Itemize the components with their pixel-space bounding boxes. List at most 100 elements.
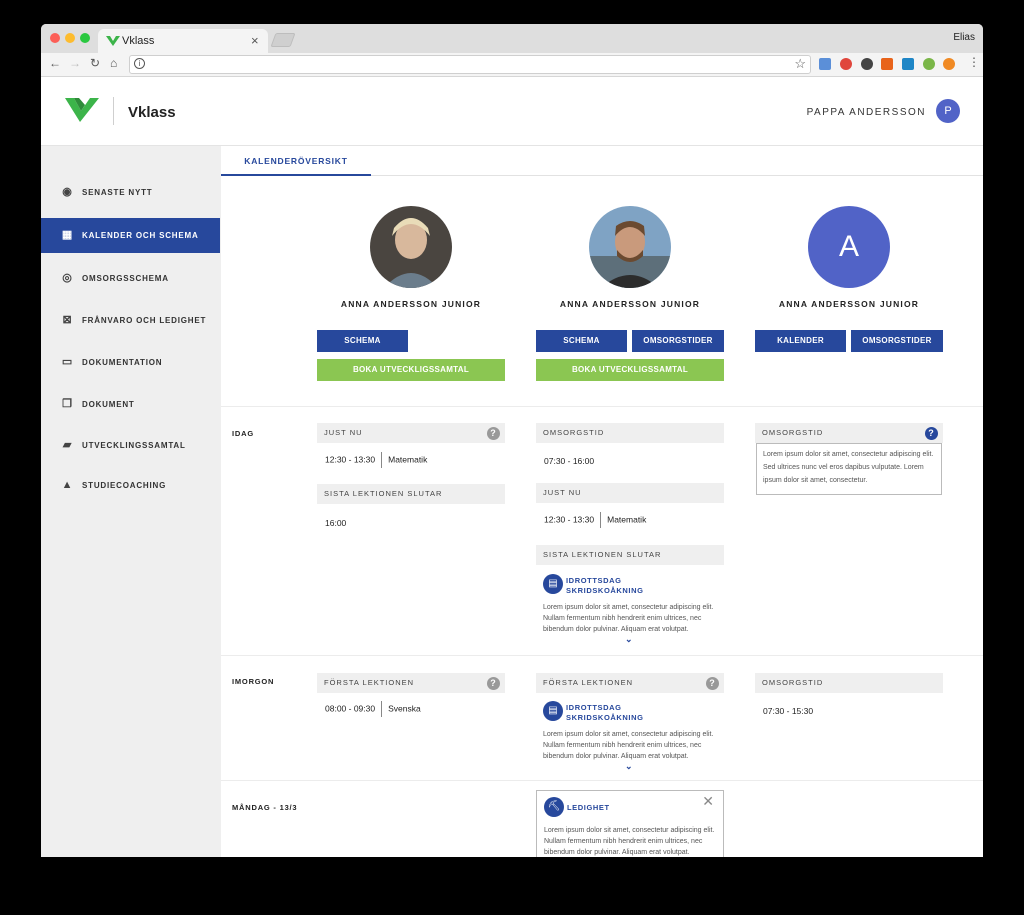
- sidebar-item-label: FRÅNVARO OCH LEDIGHET: [82, 316, 207, 325]
- new-tab-button[interactable]: [270, 33, 296, 47]
- sidebar-item-utvecklingssamtal[interactable]: ▰ UTVECKLINGSSAMTAL: [41, 428, 220, 463]
- tab-kalenderoversikt[interactable]: KALENDERÖVERSIKT: [221, 146, 371, 176]
- help-icon[interactable]: ?: [487, 677, 500, 690]
- section-header-label: OMSORGSTID: [543, 428, 605, 437]
- info-icon[interactable]: i: [134, 58, 145, 69]
- heart-extension-icon[interactable]: [840, 58, 852, 70]
- calendar-x-icon: ⊠: [62, 314, 73, 326]
- browser-window: Vklass × Elias ← → ↻ ⌂ i ☆ ⋮ Vklass PAPP…: [41, 24, 983, 857]
- menu-kebab-icon[interactable]: ⋮: [968, 55, 980, 69]
- section-header: SISTA LEKTIONEN SLUTAR: [536, 545, 724, 565]
- sidebar-item-label: DOKUMENT: [82, 400, 135, 409]
- row-divider: [221, 406, 983, 407]
- trello-extension-icon[interactable]: [902, 58, 914, 70]
- help-icon[interactable]: ?: [487, 427, 500, 440]
- omsorgstider-button[interactable]: OMSORGSTIDER: [632, 330, 724, 352]
- tab-close-icon[interactable]: ×: [251, 33, 259, 48]
- section-header-label: OMSORGSTID: [762, 678, 824, 687]
- clipboard-icon: ▭: [61, 356, 74, 368]
- address-bar[interactable]: i ☆: [129, 55, 811, 74]
- time-range: 12:30 - 13:30: [325, 454, 376, 465]
- sidebar-item-label: SENASTE NYTT: [82, 188, 153, 197]
- section-header-label: JUST NU: [543, 488, 582, 497]
- event-title: LEDIGHET: [567, 803, 610, 812]
- back-icon[interactable]: ←: [49, 56, 61, 70]
- time-value: 07:30 - 16:00: [544, 456, 595, 466]
- sidebar-item-senaste-nytt[interactable]: ◉ SENASTE NYTT: [41, 175, 220, 210]
- user-name[interactable]: PAPPA ANDERSSON: [807, 107, 926, 118]
- sidebar-item-omsorgsschema[interactable]: ◎ OMSORGSSCHEMA: [41, 261, 220, 296]
- chevron-down-icon[interactable]: ⌄: [625, 761, 633, 772]
- help-icon[interactable]: ?: [706, 677, 719, 690]
- logo-divider: [113, 97, 114, 125]
- event-title: IDROTTSDAG SKRIDSKOÅKNING: [566, 703, 644, 722]
- time-value: 16:00: [325, 518, 347, 528]
- office-extension-icon[interactable]: [881, 58, 893, 70]
- event-description: Lorem ipsum dolor sit amet, consectetur …: [543, 731, 714, 760]
- child-photo: [589, 206, 671, 288]
- boka-utvecklingssamtal-button[interactable]: BOKA UTVECKLIGSSAMTAL: [536, 359, 724, 381]
- sidebar-item-label: DOKUMENTATION: [82, 358, 163, 367]
- child-avatar: A: [808, 206, 890, 288]
- sidebar-item-studiecoaching[interactable]: ▲ STUDIECOACHING: [41, 468, 220, 503]
- sidebar-item-kalender[interactable]: ▦ KALENDER OCH SCHEMA: [41, 218, 220, 253]
- sidebar-item-label: UTVECKLINGSSAMTAL: [82, 441, 186, 450]
- browser-profile-name[interactable]: Elias: [953, 32, 975, 43]
- plant-extension-icon[interactable]: [923, 58, 935, 70]
- kalender-button[interactable]: KALENDER: [755, 330, 846, 352]
- time-entry: 12:30 - 13:30 Matematik: [544, 512, 646, 528]
- boka-utvecklingssamtal-button[interactable]: BOKA UTVECKLIGSSAMTAL: [317, 359, 505, 381]
- section-header-label: OMSORGSTID: [762, 428, 824, 437]
- sidebar-item-dokumentation[interactable]: ▭ DOKUMENTATION: [41, 345, 220, 380]
- section-header: FÖRSTA LEKTIONEN ?: [317, 673, 505, 693]
- time-range: 08:00 - 09:30: [325, 703, 376, 714]
- subject: Matematik: [388, 454, 428, 465]
- main-content: KALENDERÖVERSIKT ANNA ANDERSSON JUNIOR S…: [221, 146, 983, 857]
- calendar-icon: ▦: [61, 229, 74, 241]
- sidebar-item-dokument[interactable]: ❐ DOKUMENT: [41, 387, 220, 422]
- graduation-cap-icon: ▲: [61, 479, 74, 491]
- chat-icon: ▰: [62, 439, 73, 451]
- omsorgstider-button[interactable]: OMSORGSTIDER: [851, 330, 943, 352]
- vklass-favicon-icon: [106, 36, 120, 46]
- translate-extension-icon[interactable]: [819, 58, 831, 70]
- minimize-window-button[interactable]: [65, 33, 75, 43]
- child-name: ANNA ANDERSSON JUNIOR: [559, 299, 701, 309]
- documents-icon: ❐: [62, 398, 73, 410]
- tab-bar: KALENDERÖVERSIKT: [221, 146, 983, 176]
- help-icon[interactable]: ?: [925, 427, 938, 440]
- gear-extension-icon[interactable]: [861, 58, 873, 70]
- orange-extension-icon[interactable]: [943, 58, 955, 70]
- page: Vklass PAPPA ANDERSSON P ◉ SENASTE NYTT …: [41, 78, 983, 857]
- close-window-button[interactable]: [50, 33, 60, 43]
- child-name: ANNA ANDERSSON JUNIOR: [340, 299, 482, 309]
- brand-name: Vklass: [128, 104, 176, 121]
- bookmark-star-icon[interactable]: ☆: [794, 56, 806, 72]
- close-icon[interactable]: ✕: [702, 794, 714, 808]
- reload-icon[interactable]: ↻: [90, 56, 100, 70]
- section-header: FÖRSTA LEKTIONEN ?: [536, 673, 724, 693]
- child-photo: [370, 206, 452, 288]
- info-popover: Lorem ipsum dolor sit amet, consectetur …: [756, 443, 942, 495]
- event-title: IDROTTSDAG SKRIDSKOÅKNING: [566, 576, 644, 595]
- time-value: 07:30 - 15:30: [763, 706, 814, 716]
- avatar[interactable]: P: [936, 99, 960, 123]
- schema-button[interactable]: SCHEMA: [317, 330, 408, 352]
- time-entry: 12:30 - 13:30 Matematik: [325, 452, 427, 468]
- subject: Svenska: [388, 703, 421, 714]
- row-label-idag: IDAG: [232, 429, 254, 438]
- browser-tab[interactable]: Vklass ×: [98, 29, 268, 53]
- sidebar-item-label: STUDIECOACHING: [82, 481, 167, 490]
- maximize-window-button[interactable]: [80, 33, 90, 43]
- home-icon[interactable]: ⌂: [110, 56, 117, 70]
- row-label-mandag: MÅNDAG - 13/3: [232, 803, 298, 812]
- browser-tabbar: Vklass × Elias: [41, 24, 983, 53]
- row-label-imorgon: IMORGON: [232, 677, 275, 686]
- forward-icon[interactable]: →: [69, 56, 81, 70]
- time-range: 12:30 - 13:30: [544, 514, 595, 525]
- chevron-down-icon[interactable]: ⌄: [625, 634, 633, 645]
- schema-button[interactable]: SCHEMA: [536, 330, 627, 352]
- vklass-logo-icon[interactable]: [65, 98, 99, 124]
- ledighet-card[interactable]: ⛏ LEDIGHET Lorem ipsum dolor sit amet, c…: [536, 790, 724, 857]
- sidebar-item-franvaro[interactable]: ⊠ FRÅNVARO OCH LEDIGHET: [41, 303, 220, 338]
